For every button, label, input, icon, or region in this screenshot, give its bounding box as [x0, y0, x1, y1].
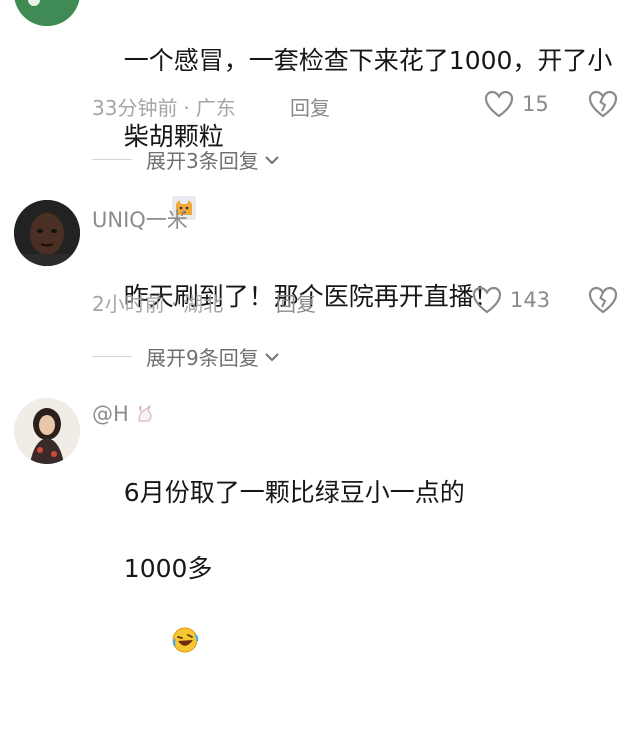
- dislike-button[interactable]: [588, 286, 618, 318]
- reply-button[interactable]: 回复: [276, 288, 316, 317]
- username[interactable]: UNIQ一米: [92, 204, 188, 234]
- avatar-image: [14, 398, 80, 464]
- meta-dot: ·: [170, 292, 178, 316]
- comment-meta: 2小时前 · 湖北: [92, 288, 223, 317]
- avatar-image: [14, 0, 80, 26]
- broken-heart-icon: [588, 90, 618, 118]
- avatar[interactable]: [14, 200, 80, 266]
- expand-replies-button[interactable]: 展开9条回复: [92, 342, 281, 371]
- avatar-image: [14, 200, 80, 266]
- chevron-down-icon: [265, 352, 279, 361]
- comment-meta: 33分钟前 · 广东: [92, 92, 236, 121]
- expand-replies-label: 展开9条回复: [146, 346, 259, 370]
- avatar[interactable]: [14, 398, 80, 464]
- comment-time: 2小时前: [92, 292, 165, 316]
- broken-heart-icon: [588, 286, 618, 314]
- dislike-button[interactable]: [588, 90, 618, 122]
- like-count: 15: [522, 92, 549, 116]
- comment-item: @H 6月份取了一颗比绿豆小一点的 1000多: [0, 392, 640, 653]
- comment-item: 一个感冒，一套检查下来花了1000，开了小 柴胡颗粒 33分钟前 · 广东 回复 1…: [0, 0, 640, 220]
- comment-text-line: 6月份取了一颗比绿豆小一点的: [123, 478, 465, 507]
- comment-location: 广东: [195, 96, 236, 120]
- comment-text: 6月份取了一颗比绿豆小一点的 1000多: [92, 436, 626, 741]
- like-button[interactable]: 15: [484, 90, 549, 118]
- comment-text-line: 1000多: [123, 554, 213, 583]
- heart-icon: [472, 286, 502, 314]
- like-count: 143: [510, 288, 551, 312]
- divider-line: [92, 159, 132, 160]
- divider-line: [92, 356, 132, 357]
- unicorn-icon: [135, 404, 155, 429]
- chevron-down-icon: [265, 155, 279, 164]
- comment-text-line: 一个感冒，一套检查下来花了1000，开了小: [123, 46, 613, 75]
- username-text: @H: [92, 402, 129, 426]
- comment-location: 湖北: [183, 292, 224, 316]
- meta-dot: ·: [183, 96, 190, 120]
- comment-time: 33分钟前: [92, 96, 178, 120]
- username[interactable]: @H: [92, 402, 155, 429]
- reply-button[interactable]: 回复: [290, 92, 330, 121]
- expand-replies-button[interactable]: 展开3条回复: [92, 145, 281, 174]
- expand-replies-label: 展开3条回复: [146, 149, 259, 173]
- like-button[interactable]: 143: [472, 286, 550, 314]
- avatar[interactable]: [14, 0, 80, 26]
- rolling-laughing-icon: [124, 588, 200, 703]
- heart-icon: [484, 90, 514, 118]
- comment-item: UNIQ一米 昨天刷到了！那个医院再开直播！ 2小时前 · 湖北 回复 143 展开…: [0, 196, 640, 376]
